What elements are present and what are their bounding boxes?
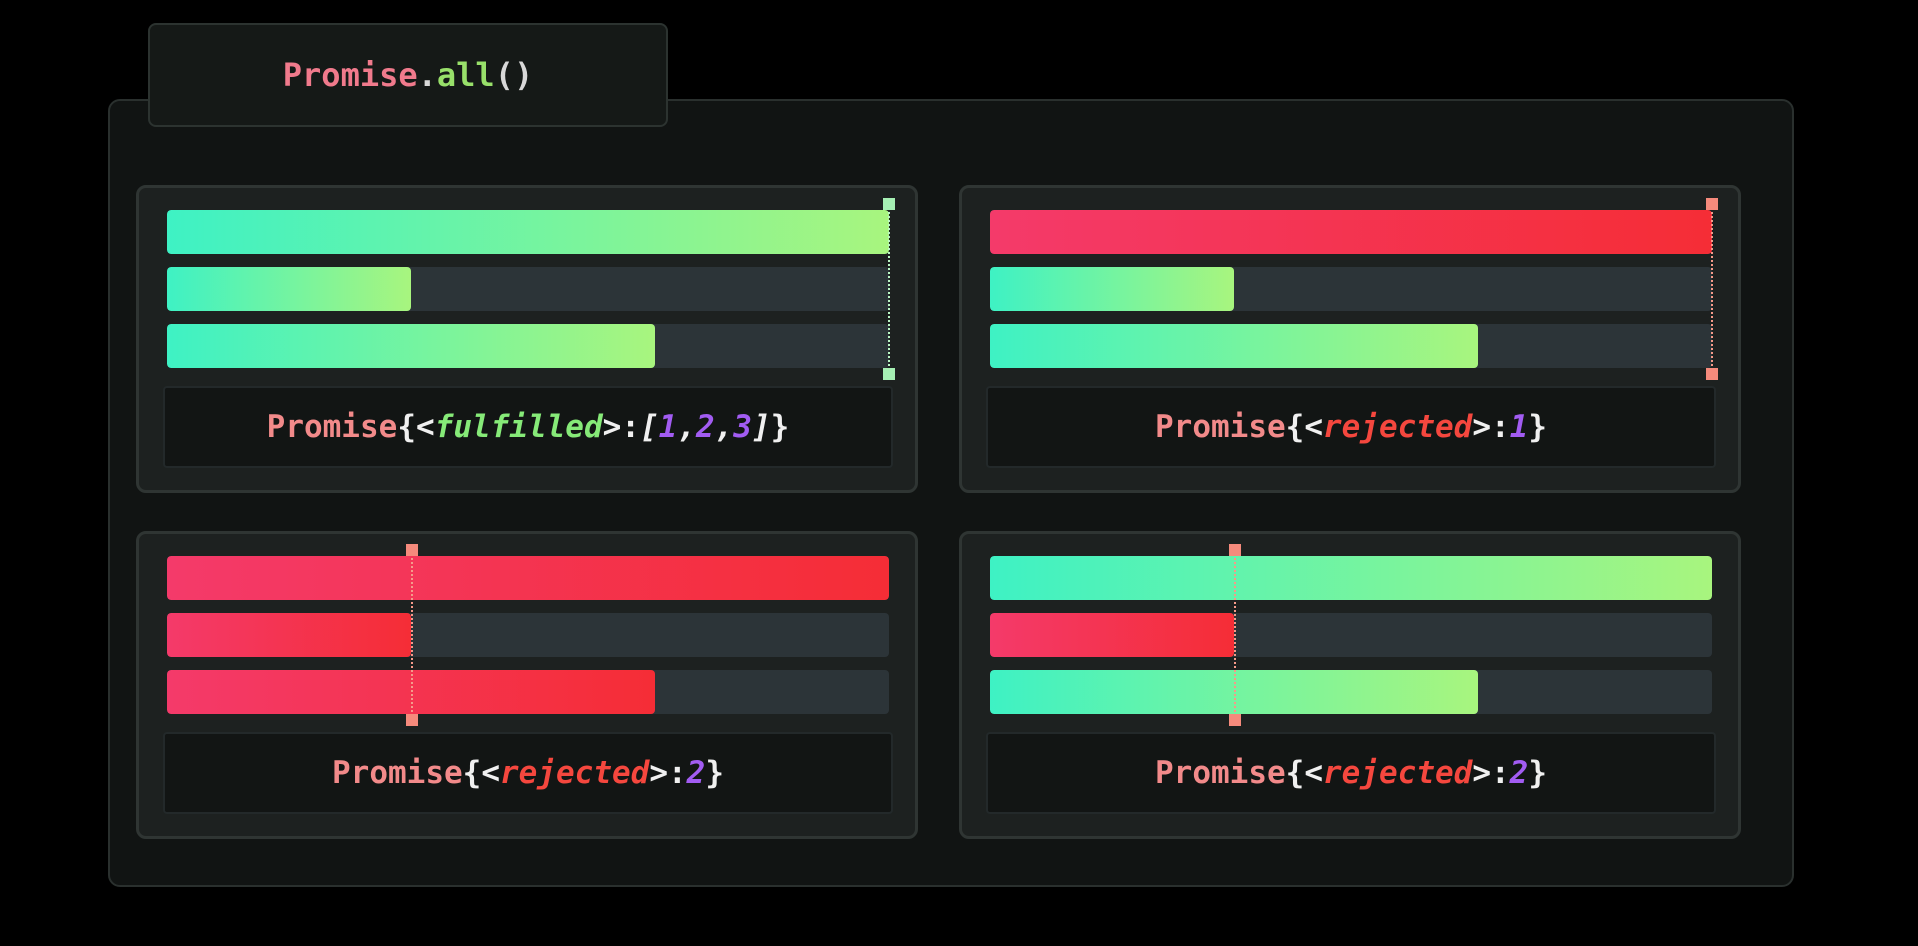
result-lt: < <box>1304 409 1323 445</box>
result-gt-colon: >: <box>602 409 640 445</box>
title-dot: . <box>417 56 437 94</box>
result-close-brace: } <box>1528 409 1547 445</box>
progress-bar-3 <box>167 670 889 714</box>
result-open-brace: { <box>397 409 416 445</box>
result-close-brace: } <box>1528 755 1547 791</box>
result-gt-colon: >: <box>649 755 687 791</box>
title-tab: Promise. all() <box>148 23 668 127</box>
progress-fill-1 <box>167 210 889 254</box>
result-state: rejected <box>1323 755 1473 791</box>
progress-fill-2 <box>990 613 1235 657</box>
progress-fill-3 <box>167 324 656 368</box>
marker-cap-top <box>406 544 418 556</box>
progress-bar-1 <box>990 210 1712 254</box>
result-gt-colon: >: <box>1472 755 1510 791</box>
result-open-brace: { <box>1285 755 1305 791</box>
marker-cap-bottom <box>883 368 895 380</box>
result-output: Promise { < fulfilled >: [1, 2, 3] } <box>163 386 893 468</box>
marker-cap-top <box>1706 198 1718 210</box>
result-prefix: Promise <box>1155 755 1286 791</box>
result-close-brace: } <box>705 755 724 791</box>
result-output: Promise { < rejected >: 2 } <box>986 732 1716 814</box>
settle-marker <box>883 198 895 380</box>
result-output: Promise { < rejected >: 1 } <box>986 386 1716 468</box>
progress-bar-2 <box>990 267 1712 311</box>
result-value-2: 2 <box>695 409 715 445</box>
settle-marker <box>406 544 418 726</box>
result-prefix: Promise <box>332 755 463 791</box>
progress-bars <box>990 198 1718 410</box>
progress-fill-1 <box>990 556 1712 600</box>
progress-bars <box>990 544 1712 756</box>
result-state: fulfilled <box>434 409 603 445</box>
marker-cap-bottom <box>1706 368 1718 380</box>
panel-all-fulfilled: Promise { < fulfilled >: [1, 2, 3] } <box>136 185 918 493</box>
result-value-3: 3 <box>733 409 752 445</box>
result-lt: < <box>415 409 435 445</box>
progress-bars <box>167 198 895 410</box>
marker-cap-bottom <box>1229 714 1241 726</box>
progress-fill-1 <box>990 210 1712 254</box>
result-state: rejected <box>500 755 650 791</box>
progress-bar-3 <box>990 324 1712 368</box>
progress-bar-3 <box>990 670 1712 714</box>
result-open-brace: { <box>462 755 482 791</box>
title-method: all <box>436 56 495 94</box>
result-sep-2: , <box>714 409 734 445</box>
result-output: Promise { < rejected >: 2 } <box>163 732 893 814</box>
marker-cap-bottom <box>406 714 418 726</box>
result-prefix: Promise <box>266 409 398 445</box>
result-state: rejected <box>1323 409 1473 445</box>
progress-fill-2 <box>990 267 1235 311</box>
progress-fill-3 <box>990 324 1479 368</box>
result-sep-1: , <box>677 409 696 445</box>
result-value: 2 <box>686 755 706 791</box>
progress-fill-2 <box>167 613 412 657</box>
result-value: 1 <box>1509 409 1529 445</box>
progress-bar-2 <box>167 613 889 657</box>
progress-fill-1 <box>167 556 889 600</box>
result-lt: < <box>481 755 500 791</box>
title-object: Promise <box>282 56 418 94</box>
result-open-brace: { <box>1285 409 1305 445</box>
progress-bars <box>167 544 889 756</box>
result-value: 2 <box>1509 755 1529 791</box>
panel-second-rejected: Promise { < rejected >: 2 } <box>959 531 1741 839</box>
settle-marker <box>1706 198 1718 380</box>
result-lt: < <box>1304 755 1323 791</box>
progress-bar-3 <box>167 324 889 368</box>
result-prefix: Promise <box>1155 409 1286 445</box>
progress-bar-2 <box>990 613 1712 657</box>
marker-cap-top <box>883 198 895 210</box>
progress-bar-1 <box>167 210 889 254</box>
result-value-1: 1 <box>658 409 678 445</box>
settle-marker <box>1229 544 1241 726</box>
progress-bar-1 <box>167 556 889 600</box>
panel-all-rejected: Promise { < rejected >: 2 } <box>136 531 918 839</box>
progress-bar-1 <box>990 556 1712 600</box>
panel-first-rejected: Promise { < rejected >: 1 } <box>959 185 1741 493</box>
result-array-close: ] <box>752 409 771 445</box>
progress-bar-2 <box>167 267 889 311</box>
result-gt-colon: >: <box>1472 409 1510 445</box>
marker-cap-top <box>1229 544 1241 556</box>
title-parens: () <box>494 56 534 94</box>
result-array-open: [ <box>639 409 659 445</box>
progress-fill-2 <box>167 267 412 311</box>
result-close-brace: } <box>770 409 790 445</box>
